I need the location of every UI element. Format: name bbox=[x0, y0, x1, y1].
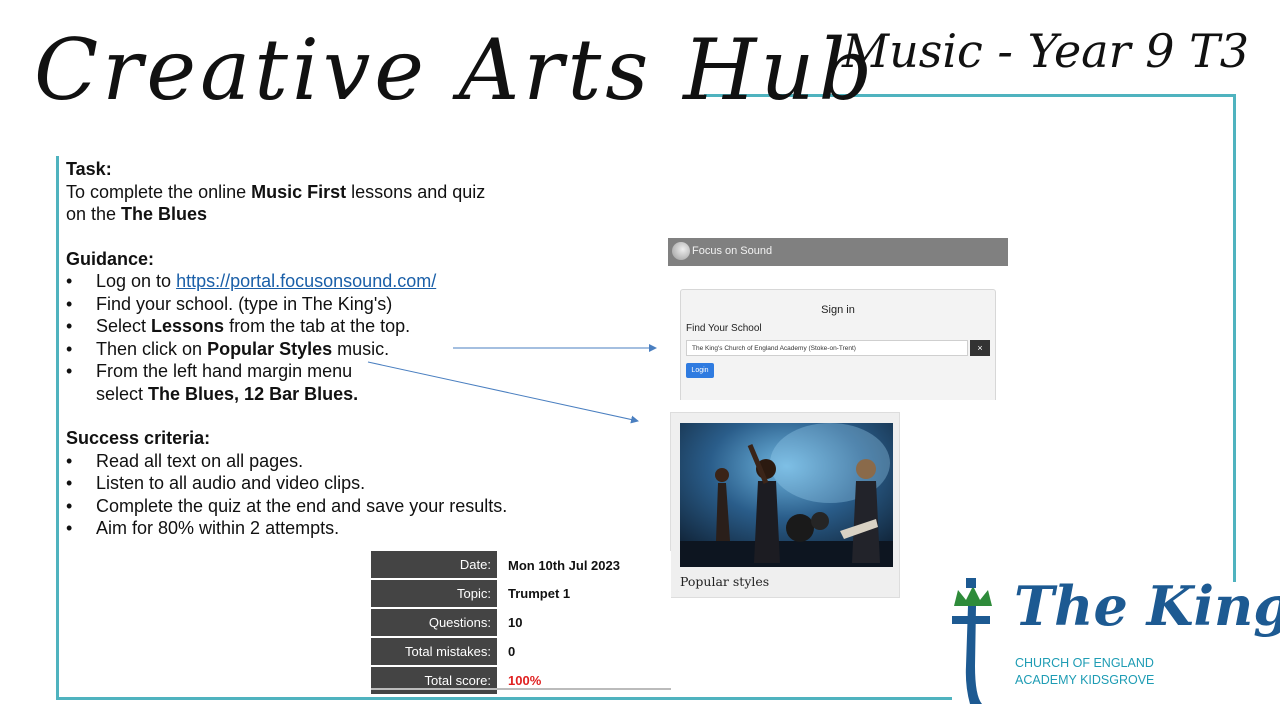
logo-subtitle-2: ACADEMY KIDSGROVE bbox=[1015, 673, 1155, 687]
logo-subtitle-1: CHURCH OF ENGLAND bbox=[1015, 656, 1154, 670]
school-logo: The King's CHURCH OF ENGLAND ACADEMY KID… bbox=[948, 574, 1280, 710]
arrow-to-popular-styles bbox=[367, 361, 639, 424]
logo-name: The King's bbox=[1014, 574, 1280, 638]
cross-crown-icon bbox=[952, 578, 992, 704]
